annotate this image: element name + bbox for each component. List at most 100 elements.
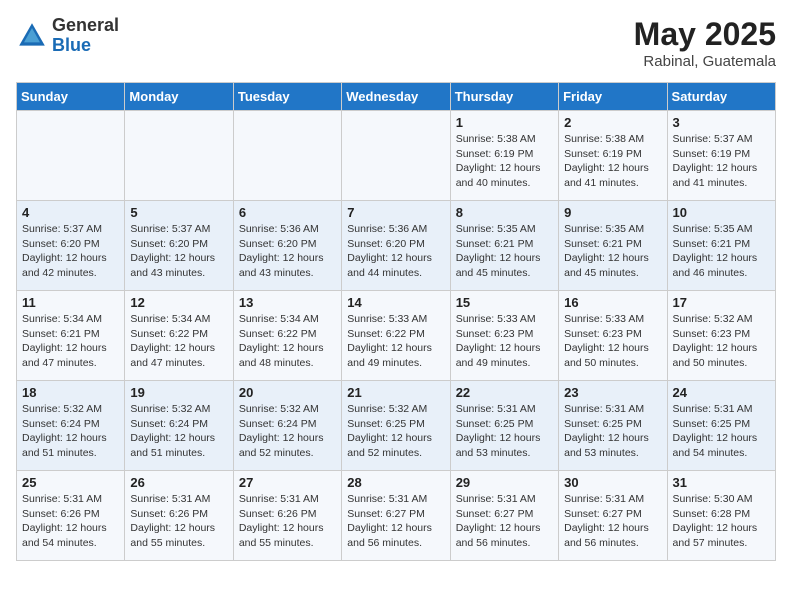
- calendar-cell: 22Sunrise: 5:31 AM Sunset: 6:25 PM Dayli…: [450, 381, 558, 471]
- cell-info: Sunrise: 5:31 AM Sunset: 6:26 PM Dayligh…: [239, 492, 336, 551]
- calendar-cell: 28 Sunrise: 5:31 AM Sunset: 6:27 PM Dayli…: [342, 471, 450, 561]
- month-title: May 2025: [634, 16, 776, 53]
- calendar-cell: 23Sunrise: 5:31 AM Sunset: 6:25 PM Dayli…: [559, 381, 667, 471]
- header-day-monday: Monday: [125, 83, 233, 111]
- cell-info: Sunrise: 5:38 AM Sunset: 6:19 PM Dayligh…: [564, 132, 661, 191]
- logo-icon: [16, 20, 48, 52]
- cell-info: Sunrise: 5:36 AM Sunset: 6:20 PM Dayligh…: [239, 222, 336, 281]
- calendar-cell: 20Sunrise: 5:32 AM Sunset: 6:24 PM Dayli…: [233, 381, 341, 471]
- day-number: 18: [22, 385, 119, 400]
- calendar-cell: [233, 111, 341, 201]
- cell-info: Sunrise: 5:33 AM Sunset: 6:22 PM Dayligh…: [347, 312, 444, 371]
- cell-info: Sunrise: 5:31 AM Sunset: 6:27 PM Dayligh…: [456, 492, 553, 551]
- cell-info: Sunrise: 5:36 AM Sunset: 6:20 PM Dayligh…: [347, 222, 444, 281]
- calendar-cell: 16 Sunrise: 5:33 AM Sunset: 6:23 PM Dayli…: [559, 291, 667, 381]
- day-number: 21: [347, 385, 444, 400]
- calendar-week-1: 1 Sunrise: 5:38 AM Sunset: 6:19 PM Daylig…: [17, 111, 776, 201]
- day-number: 5: [130, 205, 227, 220]
- calendar-cell: 13 Sunrise: 5:34 AM Sunset: 6:22 PM Dayli…: [233, 291, 341, 381]
- calendar-cell: 21Sunrise: 5:32 AM Sunset: 6:25 PM Dayli…: [342, 381, 450, 471]
- calendar-cell: 9 Sunrise: 5:35 AM Sunset: 6:21 PM Daylig…: [559, 201, 667, 291]
- calendar-cell: 11Sunrise: 5:34 AM Sunset: 6:21 PM Dayli…: [17, 291, 125, 381]
- day-number: 30: [564, 475, 661, 490]
- day-number: 22: [456, 385, 553, 400]
- calendar-cell: 8Sunrise: 5:35 AM Sunset: 6:21 PM Daylig…: [450, 201, 558, 291]
- header-day-wednesday: Wednesday: [342, 83, 450, 111]
- cell-info: Sunrise: 5:35 AM Sunset: 6:21 PM Dayligh…: [673, 222, 770, 281]
- calendar-cell: 24 Sunrise: 5:31 AM Sunset: 6:25 PM Dayli…: [667, 381, 775, 471]
- calendar-cell: 10 Sunrise: 5:35 AM Sunset: 6:21 PM Dayli…: [667, 201, 775, 291]
- calendar-cell: 30 Sunrise: 5:31 AM Sunset: 6:27 PM Dayli…: [559, 471, 667, 561]
- day-number: 14: [347, 295, 444, 310]
- header-day-saturday: Saturday: [667, 83, 775, 111]
- cell-info: Sunrise: 5:31 AM Sunset: 6:25 PM Dayligh…: [673, 402, 770, 461]
- cell-info: Sunrise: 5:31 AM Sunset: 6:26 PM Dayligh…: [130, 492, 227, 551]
- calendar-cell: 4 Sunrise: 5:37 AM Sunset: 6:20 PM Daylig…: [17, 201, 125, 291]
- calendar-cell: [17, 111, 125, 201]
- calendar-header: SundayMondayTuesdayWednesdayThursdayFrid…: [17, 83, 776, 111]
- calendar-cell: 26Sunrise: 5:31 AM Sunset: 6:26 PM Dayli…: [125, 471, 233, 561]
- header-day-friday: Friday: [559, 83, 667, 111]
- day-number: 2: [564, 115, 661, 130]
- day-number: 31: [673, 475, 770, 490]
- calendar-week-5: 25 Sunrise: 5:31 AM Sunset: 6:26 PM Dayli…: [17, 471, 776, 561]
- calendar-cell: 7 Sunrise: 5:36 AM Sunset: 6:20 PM Daylig…: [342, 201, 450, 291]
- cell-info: Sunrise: 5:31 AM Sunset: 6:26 PM Dayligh…: [22, 492, 119, 551]
- calendar-cell: 19 Sunrise: 5:32 AM Sunset: 6:24 PM Dayli…: [125, 381, 233, 471]
- day-number: 16: [564, 295, 661, 310]
- calendar-cell: 1 Sunrise: 5:38 AM Sunset: 6:19 PM Daylig…: [450, 111, 558, 201]
- cell-info: Sunrise: 5:37 AM Sunset: 6:20 PM Dayligh…: [22, 222, 119, 281]
- calendar-cell: 14 Sunrise: 5:33 AM Sunset: 6:22 PM Dayli…: [342, 291, 450, 381]
- cell-info: Sunrise: 5:31 AM Sunset: 6:27 PM Dayligh…: [564, 492, 661, 551]
- day-number: 1: [456, 115, 553, 130]
- day-number: 25: [22, 475, 119, 490]
- calendar-cell: 3Sunrise: 5:37 AM Sunset: 6:19 PM Daylig…: [667, 111, 775, 201]
- page-header: General Blue May 2025 Rabinal, Guatemala: [16, 16, 776, 70]
- cell-info: Sunrise: 5:32 AM Sunset: 6:24 PM Dayligh…: [130, 402, 227, 461]
- header-day-thursday: Thursday: [450, 83, 558, 111]
- calendar-cell: 18 Sunrise: 5:32 AM Sunset: 6:24 PM Dayli…: [17, 381, 125, 471]
- day-number: 13: [239, 295, 336, 310]
- title-block: May 2025 Rabinal, Guatemala: [634, 16, 776, 70]
- calendar-cell: 2 Sunrise: 5:38 AM Sunset: 6:19 PM Daylig…: [559, 111, 667, 201]
- cell-info: Sunrise: 5:37 AM Sunset: 6:19 PM Dayligh…: [673, 132, 770, 191]
- day-number: 28: [347, 475, 444, 490]
- day-number: 12: [130, 295, 227, 310]
- cell-info: Sunrise: 5:30 AM Sunset: 6:28 PM Dayligh…: [673, 492, 770, 551]
- header-day-tuesday: Tuesday: [233, 83, 341, 111]
- logo-general: General: [52, 16, 119, 36]
- day-number: 15: [456, 295, 553, 310]
- calendar-cell: 6Sunrise: 5:36 AM Sunset: 6:20 PM Daylig…: [233, 201, 341, 291]
- calendar-cell: [342, 111, 450, 201]
- day-number: 17: [673, 295, 770, 310]
- day-number: 19: [130, 385, 227, 400]
- logo-blue: Blue: [52, 36, 119, 56]
- day-number: 23: [564, 385, 661, 400]
- calendar-cell: 25 Sunrise: 5:31 AM Sunset: 6:26 PM Dayli…: [17, 471, 125, 561]
- day-number: 7: [347, 205, 444, 220]
- day-number: 9: [564, 205, 661, 220]
- calendar-cell: [125, 111, 233, 201]
- day-number: 4: [22, 205, 119, 220]
- cell-info: Sunrise: 5:33 AM Sunset: 6:23 PM Dayligh…: [564, 312, 661, 371]
- calendar-table: SundayMondayTuesdayWednesdayThursdayFrid…: [16, 82, 776, 561]
- cell-info: Sunrise: 5:32 AM Sunset: 6:23 PM Dayligh…: [673, 312, 770, 371]
- cell-info: Sunrise: 5:38 AM Sunset: 6:19 PM Dayligh…: [456, 132, 553, 191]
- calendar-cell: 15Sunrise: 5:33 AM Sunset: 6:23 PM Dayli…: [450, 291, 558, 381]
- day-number: 24: [673, 385, 770, 400]
- calendar-body: 1 Sunrise: 5:38 AM Sunset: 6:19 PM Daylig…: [17, 111, 776, 561]
- calendar-cell: 29Sunrise: 5:31 AM Sunset: 6:27 PM Dayli…: [450, 471, 558, 561]
- header-row: SundayMondayTuesdayWednesdayThursdayFrid…: [17, 83, 776, 111]
- calendar-week-2: 4 Sunrise: 5:37 AM Sunset: 6:20 PM Daylig…: [17, 201, 776, 291]
- cell-info: Sunrise: 5:34 AM Sunset: 6:22 PM Dayligh…: [239, 312, 336, 371]
- calendar-cell: 31 Sunrise: 5:30 AM Sunset: 6:28 PM Dayli…: [667, 471, 775, 561]
- cell-info: Sunrise: 5:37 AM Sunset: 6:20 PM Dayligh…: [130, 222, 227, 281]
- cell-info: Sunrise: 5:31 AM Sunset: 6:27 PM Dayligh…: [347, 492, 444, 551]
- calendar-week-3: 11Sunrise: 5:34 AM Sunset: 6:21 PM Dayli…: [17, 291, 776, 381]
- calendar-cell: 27Sunrise: 5:31 AM Sunset: 6:26 PM Dayli…: [233, 471, 341, 561]
- cell-info: Sunrise: 5:32 AM Sunset: 6:24 PM Dayligh…: [22, 402, 119, 461]
- calendar-week-4: 18 Sunrise: 5:32 AM Sunset: 6:24 PM Dayli…: [17, 381, 776, 471]
- cell-info: Sunrise: 5:35 AM Sunset: 6:21 PM Dayligh…: [564, 222, 661, 281]
- logo-text: General Blue: [52, 16, 119, 56]
- day-number: 10: [673, 205, 770, 220]
